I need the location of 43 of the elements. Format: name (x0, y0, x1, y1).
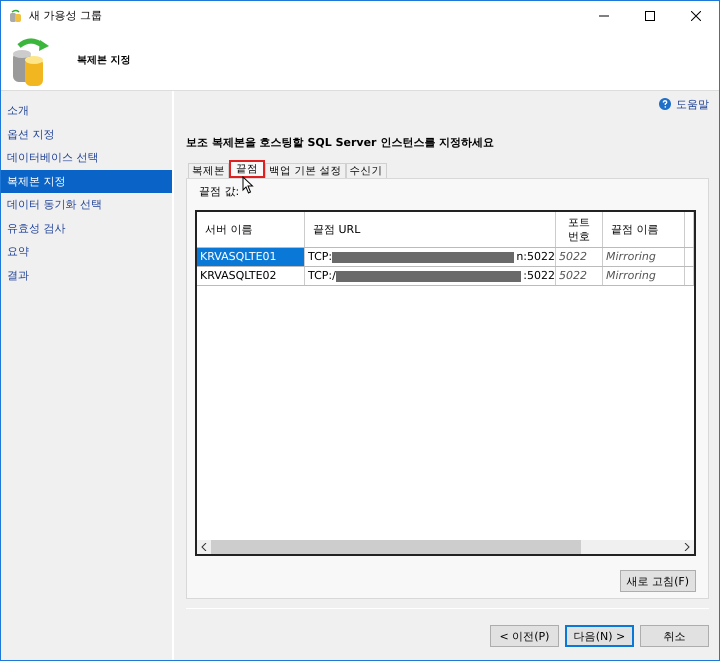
table-cell[interactable]: KRVASQLTE02 (197, 267, 305, 285)
sidebar-item[interactable]: 옵션 지정 (1, 122, 172, 146)
table-cell: Mirroring (603, 248, 685, 266)
sidebar-item[interactable]: 데이터 동기화 선택 (1, 193, 172, 216)
column-header: 포트 번호 (556, 212, 603, 247)
app-icon (9, 8, 23, 22)
table-cell-text: TCP: (308, 249, 332, 265)
endpoint-label: 끝점 값: (199, 184, 240, 199)
table-cell-text: :5022 (523, 268, 555, 284)
wizard-button[interactable]: < 이전(P) (490, 625, 559, 647)
sidebar-item[interactable]: 소개 (1, 99, 172, 122)
table-cell-text: n:5022 (516, 249, 555, 265)
sidebar-item[interactable]: 요약 (1, 240, 172, 264)
column-header: 서버 이름 (197, 212, 305, 247)
page-title: 복제본 지정 (77, 54, 130, 67)
column-header: 끝점 이름 (603, 212, 685, 247)
scroll-left-icon[interactable] (201, 543, 207, 551)
horizontal-scrollbar[interactable] (197, 540, 694, 554)
scroll-right-icon[interactable] (684, 543, 690, 551)
table-cell-text: TCP:/ (308, 268, 336, 284)
wizard-button[interactable]: 다음(N) > (565, 625, 634, 647)
window-title: 새 가용성 그룹 (29, 8, 102, 23)
sidebar-item[interactable]: 결과 (1, 264, 172, 287)
wizard-button[interactable]: 취소 (640, 625, 709, 647)
table-cell[interactable]: KRVASQLTE01 (197, 248, 305, 266)
refresh-button[interactable]: 새로 고침(F) (620, 570, 696, 592)
column-header: 끝점 URL (305, 212, 556, 247)
close-icon[interactable] (691, 10, 701, 20)
sidebar-item[interactable]: 데이터베이스 선택 (1, 146, 172, 170)
table-cell: 5022 (556, 267, 603, 285)
tab[interactable]: 복제본 (188, 163, 229, 178)
tab[interactable]: 수신기 (346, 163, 387, 178)
table-cell: 5022 (556, 248, 603, 266)
instruction-heading: 보조 복제본을 호스팅할 SQL Server 인스턴스를 지정하세요 (186, 135, 496, 150)
tab[interactable]: 백업 기본 설정 (265, 163, 346, 178)
tab[interactable]: 끝점 (229, 160, 265, 178)
sidebar-item[interactable]: 복제본 지정 (1, 170, 172, 193)
table-cell: Mirroring (603, 267, 685, 285)
maximize-icon[interactable] (645, 10, 655, 20)
scrollbar-thumb[interactable] (211, 540, 581, 554)
help-icon[interactable] (659, 98, 671, 110)
sidebar-item[interactable]: 유효성 검사 (1, 216, 172, 240)
help-link[interactable]: 도움말 (676, 96, 709, 112)
